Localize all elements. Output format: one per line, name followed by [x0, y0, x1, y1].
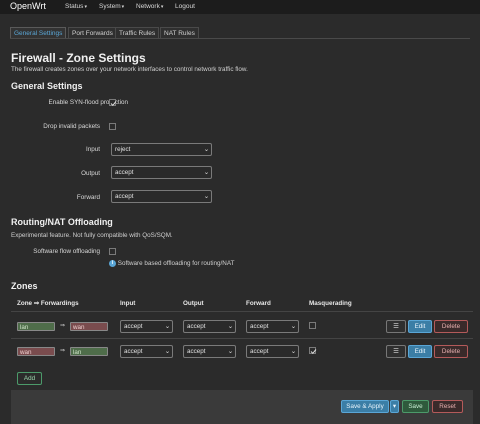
delete-zone-button[interactable]: Delete	[434, 320, 468, 333]
zone-output-select[interactable]: accept ⌄	[183, 345, 236, 358]
info-icon: i	[109, 260, 116, 267]
input-policy-label: Input	[85, 146, 100, 153]
forward-arrow-icon: ⇒	[60, 348, 66, 354]
zone-badge: lan	[17, 322, 55, 331]
column-header-zone: Zone ⇒ Forwardings	[17, 300, 79, 307]
tab-divider	[10, 38, 470, 39]
zone-badge: wan	[17, 347, 55, 356]
section-heading-offloading: Routing/NAT Offloading	[11, 217, 113, 227]
chevron-down-icon: ▾	[392, 403, 397, 410]
chevron-down-icon: ⌄	[164, 323, 170, 330]
section-heading-general: General Settings	[11, 81, 83, 91]
forward-policy-select[interactable]: accept ⌄	[111, 190, 212, 203]
forward-zone-badge: wan	[70, 322, 108, 331]
chevron-down-icon: ▾	[84, 4, 87, 10]
table-divider	[11, 311, 473, 312]
zone-output-select[interactable]: accept ⌄	[183, 320, 236, 333]
input-policy-select[interactable]: reject ⌄	[111, 143, 212, 156]
chevron-down-icon: ⌄	[290, 323, 296, 330]
output-policy-select[interactable]: accept ⌄	[111, 166, 212, 179]
section-heading-zones: Zones	[11, 281, 38, 291]
drop-invalid-label: Drop invalid packets	[43, 123, 100, 130]
chevron-down-icon: ▾	[121, 4, 125, 10]
delete-zone-button[interactable]: Delete	[434, 345, 468, 358]
forward-arrow-icon: ⇒	[60, 323, 66, 329]
check-icon	[310, 349, 317, 355]
menu-status[interactable]: Status▾	[65, 3, 87, 10]
forward-zone-badge: lan	[70, 347, 108, 356]
zone-forward-select[interactable]: accept ⌄	[246, 320, 299, 333]
menu-system[interactable]: System▾	[99, 3, 124, 10]
masquerading-checkbox[interactable]	[309, 347, 317, 355]
forward-policy-label: Forward	[76, 194, 100, 201]
add-zone-button[interactable]: Add	[17, 372, 42, 385]
column-header-masquerading: Masquerading	[309, 300, 352, 307]
edit-zone-button[interactable]: Edit	[408, 345, 432, 358]
brand-logo[interactable]: OpenWrt	[10, 1, 46, 11]
drop-invalid-checkbox[interactable]	[109, 123, 116, 130]
page-description: The firewall creates zones over your net…	[11, 66, 248, 73]
drag-handle-button[interactable]: ☰	[386, 320, 406, 333]
chevron-down-icon: ⌄	[203, 169, 209, 176]
save-apply-dropdown[interactable]: ▾	[390, 400, 399, 413]
save-apply-button[interactable]: Save & Apply	[341, 400, 389, 413]
flow-offloading-hint: i Software based offloading for routing/…	[109, 260, 234, 267]
zone-input-select[interactable]: accept ⌄	[120, 345, 173, 358]
chevron-down-icon: ⌄	[164, 348, 170, 355]
top-navbar: OpenWrt Status▾ System▾ Network▾ Logout	[0, 0, 480, 14]
column-header-output: Output	[183, 300, 204, 307]
column-header-input: Input	[120, 300, 136, 307]
check-icon	[110, 101, 117, 107]
chevron-down-icon: ⌄	[203, 146, 209, 153]
chevron-down-icon: ▾	[160, 4, 164, 10]
masquerading-checkbox[interactable]	[309, 322, 316, 329]
table-divider	[11, 338, 473, 339]
chevron-down-icon: ⌄	[290, 348, 296, 355]
menu-network[interactable]: Network▾	[136, 3, 163, 10]
menu-logout[interactable]: Logout	[175, 3, 195, 10]
action-footer: Save & Apply ▾ Save Reset	[11, 390, 473, 424]
zone-input-select[interactable]: accept ⌄	[120, 320, 173, 333]
flow-offloading-label: Software flow offloading	[33, 248, 100, 255]
page-title: Firewall - Zone Settings	[11, 51, 146, 65]
flow-offloading-checkbox[interactable]	[109, 248, 116, 255]
edit-zone-button[interactable]: Edit	[408, 320, 432, 333]
offloading-description: Experimental feature. Not fully compatib…	[11, 232, 173, 239]
chevron-down-icon: ⌄	[203, 193, 209, 200]
output-policy-label: Output	[81, 170, 100, 177]
zone-forward-select[interactable]: accept ⌄	[246, 345, 299, 358]
chevron-down-icon: ⌄	[227, 323, 233, 330]
drag-handle-button[interactable]: ☰	[386, 345, 406, 358]
reset-button[interactable]: Reset	[432, 400, 463, 413]
chevron-down-icon: ⌄	[227, 348, 233, 355]
save-button[interactable]: Save	[402, 400, 429, 413]
column-header-forward: Forward	[246, 300, 271, 307]
syn-flood-checkbox[interactable]	[109, 99, 117, 107]
